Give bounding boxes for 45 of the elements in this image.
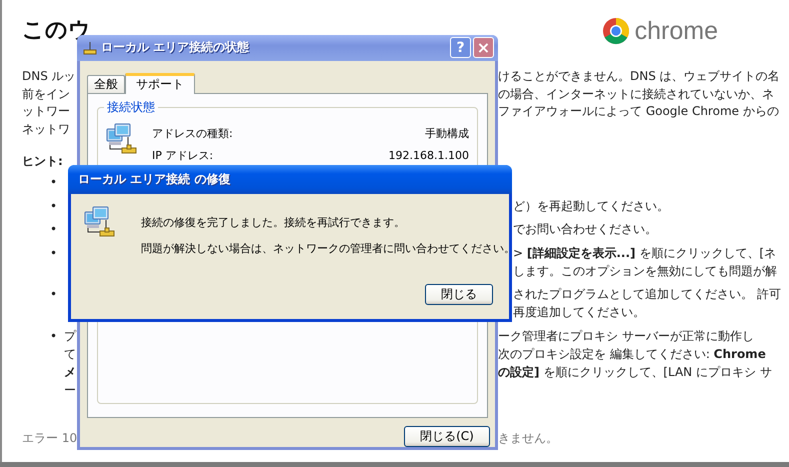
- window-title: ローカル エリア接続 の修復: [78, 171, 232, 188]
- field-label: IP アドレス:: [152, 148, 214, 164]
- text-fragment: 次のプロキシ設定を 編集してください: Chrome: [498, 346, 766, 361]
- text-fragment: プ: [64, 328, 76, 345]
- text-fragment: メ: [64, 364, 76, 381]
- text-fragment: エラー 10: [22, 430, 78, 447]
- text-fragment: DNS ルッ: [22, 68, 76, 85]
- field-value: 192.168.1.100: [388, 148, 469, 164]
- bullet: •: [50, 244, 58, 262]
- field-label: アドレスの種類:: [152, 126, 233, 142]
- text-fragment: ーク管理者にプロキシ サーバーが正常に動作し: [498, 328, 754, 343]
- text-fragment: ネットワ: [22, 120, 70, 138]
- bullet: •: [50, 328, 58, 345]
- group-title: 接続状態: [104, 98, 158, 116]
- field-value: 手動構成: [425, 126, 469, 142]
- text-fragment: けることができません。DNS は、ウェブサイトの名: [498, 69, 780, 83]
- text-fragment: 前をイン: [22, 86, 70, 102]
- text-fragment: の場合、インターネットに接続されていないか、ネ: [498, 86, 774, 100]
- message-text: 問題が解決しない場合は、ネットワークの管理者に問い合わせてください。: [141, 241, 515, 255]
- bullet: •: [50, 286, 58, 304]
- network-icon: [83, 40, 97, 55]
- text-fragment: でお問い合わせください。: [513, 222, 657, 236]
- text-fragment: 再度追加してください。: [513, 305, 645, 320]
- bullet: •: [50, 221, 58, 238]
- hint-heading: ヒント:: [22, 153, 63, 170]
- text-fragment: の設定] を順にクリックして、[LAN にプロキシ サ: [498, 364, 772, 379]
- text-fragment: きません。: [498, 431, 558, 445]
- bullet: •: [50, 174, 58, 191]
- chrome-logo-icon: [602, 17, 630, 45]
- logo-text: chrome: [634, 16, 718, 46]
- text-fragment: ど）を再起動してください。: [513, 198, 669, 213]
- window-title: ローカル エリア接続の状態: [101, 39, 250, 56]
- bullet: •: [50, 198, 58, 215]
- text-fragment: ットワー: [22, 103, 70, 120]
- text-fragment: ー: [64, 382, 76, 399]
- close-button[interactable]: 閉じる: [425, 284, 493, 305]
- message-text: 接続の修復を完了しました。接続を再試行できます。: [141, 215, 406, 231]
- text-fragment: > [詳細設定を表示...] を順にクリックして、[ネ: [513, 246, 776, 260]
- text-fragment: します。このオプションを無効にしても問題が解: [513, 264, 777, 278]
- text-fragment: ファイアウォールによって Google Chrome からの: [498, 104, 779, 118]
- text-fragment: されたプログラムとして追加してください。 許可: [513, 287, 781, 302]
- tab[interactable]: 全般: [87, 74, 125, 93]
- text-fragment: て: [64, 346, 76, 363]
- tab[interactable]: サポート: [125, 72, 195, 94]
- close-button[interactable]: 閉じる(C): [404, 426, 490, 447]
